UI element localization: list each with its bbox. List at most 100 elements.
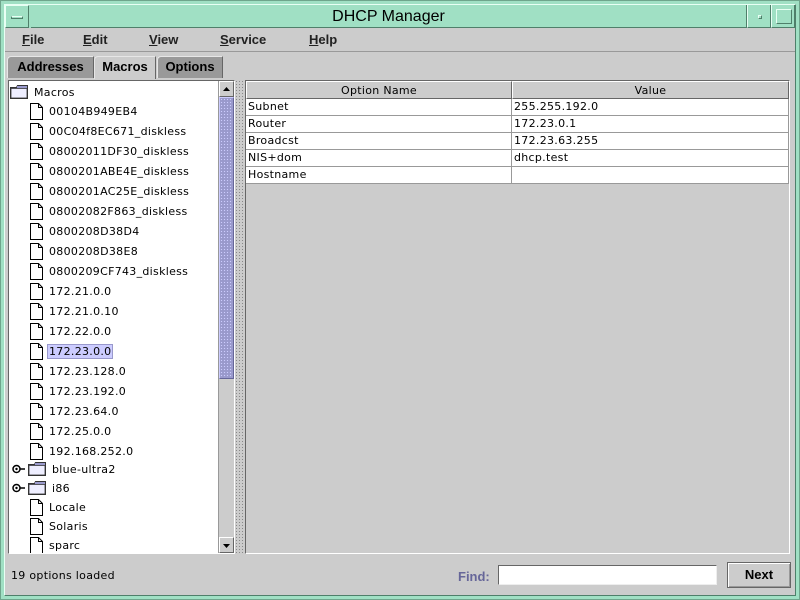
document-icon: [30, 142, 43, 160]
menu-help-mnemonic: H: [309, 32, 319, 47]
document-icon: [30, 402, 43, 420]
tree-item[interactable]: blue-ultra2: [12, 459, 118, 479]
document-icon: [30, 182, 43, 200]
tree-item[interactable]: 0800201AC25E_diskless: [30, 181, 191, 201]
tree-item[interactable]: 172.23.64.0: [30, 401, 121, 421]
maximize-button[interactable]: [771, 5, 795, 28]
document-icon: [30, 422, 43, 440]
tree-item-label: 172.23.64.0: [49, 404, 119, 418]
menu-help[interactable]: Help: [309, 32, 337, 47]
cell-value[interactable]: [512, 167, 789, 184]
cell-value[interactable]: 172.23.63.255: [512, 133, 789, 150]
window-menu-button[interactable]: [5, 5, 29, 28]
table-body: Subnet 255.255.192.0 Router 172.23.0.1 Broad…: [246, 99, 789, 184]
cell-option-name[interactable]: Broadcst: [246, 133, 512, 150]
expand-handle-icon[interactable]: [12, 483, 26, 493]
tree-item-label: 08002082F863_diskless: [49, 204, 188, 218]
tree-item[interactable]: i86: [12, 478, 72, 498]
menu-bar: File Edit View Service Help: [5, 28, 795, 52]
document-icon: [30, 517, 43, 535]
tree-item[interactable]: 172.23.128.0: [30, 361, 128, 381]
document-icon: [30, 162, 43, 180]
menu-file-mnemonic: F: [22, 32, 30, 47]
macro-tree[interactable]: Macros 00104B949EB4 00C04f8EC671_diskless 0…: [9, 81, 219, 553]
tree-item-label: Macros: [34, 85, 75, 99]
tree-item-label: 0800208D38E8: [49, 244, 139, 258]
tree-item[interactable]: 0800201ABE4E_diskless: [30, 161, 191, 181]
tree-root-macros[interactable]: Macros: [10, 82, 77, 102]
tree-item[interactable]: Locale: [30, 497, 88, 517]
tree-item[interactable]: 08002082F863_diskless: [30, 201, 190, 221]
tree-item-label: 08002011DF30_diskless: [49, 144, 190, 158]
arrow-up-icon: [223, 87, 230, 91]
column-header-value[interactable]: Value: [512, 81, 789, 99]
tree-item-label: 192.168.252.0: [49, 444, 134, 458]
cell-value[interactable]: dhcp.test: [512, 150, 789, 167]
split-pane-divider[interactable]: [236, 80, 244, 554]
folder-icon: [28, 462, 46, 476]
tree-item[interactable]: 192.168.252.0: [30, 441, 135, 461]
table-row[interactable]: Broadcst 172.23.63.255: [246, 133, 789, 150]
scroll-thumb[interactable]: [219, 97, 234, 379]
client-area: File Edit View Service Help Addresses Ma…: [5, 28, 795, 595]
maximize-icon: [776, 9, 792, 24]
cell-value[interactable]: 255.255.192.0: [512, 99, 789, 116]
tree-item[interactable]: 172.21.0.10: [30, 301, 121, 321]
column-header-option-name[interactable]: Option Name: [246, 81, 512, 99]
status-message: 19 options loaded: [11, 569, 115, 582]
tab-options[interactable]: Options: [157, 56, 223, 78]
tree-item[interactable]: 172.21.0.0: [30, 281, 113, 301]
tree-item[interactable]: 0800209CF743_diskless: [30, 261, 190, 281]
expand-handle-icon[interactable]: [12, 464, 26, 474]
tree-item-label: i86: [52, 481, 70, 495]
tree-vertical-scrollbar[interactable]: [218, 81, 234, 553]
document-icon: [30, 342, 43, 360]
tab-addresses[interactable]: Addresses: [7, 56, 94, 78]
cell-option-name[interactable]: Hostname: [246, 167, 512, 184]
cell-value[interactable]: 172.23.0.1: [512, 116, 789, 133]
tree-item[interactable]: sparc: [30, 535, 82, 553]
next-button[interactable]: Next: [727, 562, 791, 588]
tree-item-label: 0800201ABE4E_diskless: [49, 164, 190, 178]
cell-option-name[interactable]: NIS+dom: [246, 150, 512, 167]
options-table-panel: Option Name Value Subnet 255.255.192.0 Rou…: [245, 80, 790, 554]
tree-item[interactable]: 08002011DF30_diskless: [30, 141, 191, 161]
minimize-button[interactable]: [747, 5, 771, 28]
tree-item-label: 172.25.0.0: [49, 424, 112, 438]
menu-edit-mnemonic: E: [83, 32, 92, 47]
find-input[interactable]: [498, 565, 717, 585]
document-icon: [30, 222, 43, 240]
tree-item[interactable]: Solaris: [30, 516, 90, 536]
tree-item-label: 0800209CF743_diskless: [49, 264, 189, 278]
menu-view[interactable]: View: [149, 32, 178, 47]
folder-open-icon: [10, 85, 28, 99]
menu-file[interactable]: File: [22, 32, 44, 47]
tree-item[interactable]: 0800208D38E8: [30, 241, 140, 261]
document-icon: [30, 242, 43, 260]
tree-item[interactable]: 172.22.0.0: [30, 321, 113, 341]
title-bar[interactable]: DHCP Manager: [5, 5, 795, 28]
tab-macros[interactable]: Macros: [94, 56, 156, 79]
tree-item-label: 172.23.128.0: [49, 364, 127, 378]
menu-edit[interactable]: Edit: [83, 32, 108, 47]
tree-item[interactable]: 172.25.0.0: [30, 421, 113, 441]
tree-item-label: 172.21.0.0: [49, 284, 112, 298]
tree-item[interactable]: 00104B949EB4: [30, 101, 140, 121]
table-row[interactable]: Hostname: [246, 167, 789, 184]
table-row[interactable]: Router 172.23.0.1: [246, 116, 789, 133]
tree-item[interactable]: 00C04f8EC671_diskless: [30, 121, 188, 141]
table-row[interactable]: Subnet 255.255.192.0: [246, 99, 789, 116]
scroll-down-button[interactable]: [219, 537, 234, 553]
document-icon: [30, 122, 43, 140]
cell-option-name[interactable]: Router: [246, 116, 512, 133]
tree-item[interactable]: 172.23.192.0: [30, 381, 128, 401]
scroll-up-button[interactable]: [219, 81, 234, 97]
tree-item[interactable]: 0800208D38D4: [30, 221, 142, 241]
cell-option-name[interactable]: Subnet: [246, 99, 512, 116]
menu-service[interactable]: Service: [220, 32, 266, 47]
document-icon: [30, 202, 43, 220]
tree-item-label: 172.23.0.0: [47, 343, 114, 359]
table-row[interactable]: NIS+dom dhcp.test: [246, 150, 789, 167]
tree-item[interactable]: 172.23.0.0: [30, 341, 114, 361]
tree-item-label: 172.21.0.10: [49, 304, 119, 318]
